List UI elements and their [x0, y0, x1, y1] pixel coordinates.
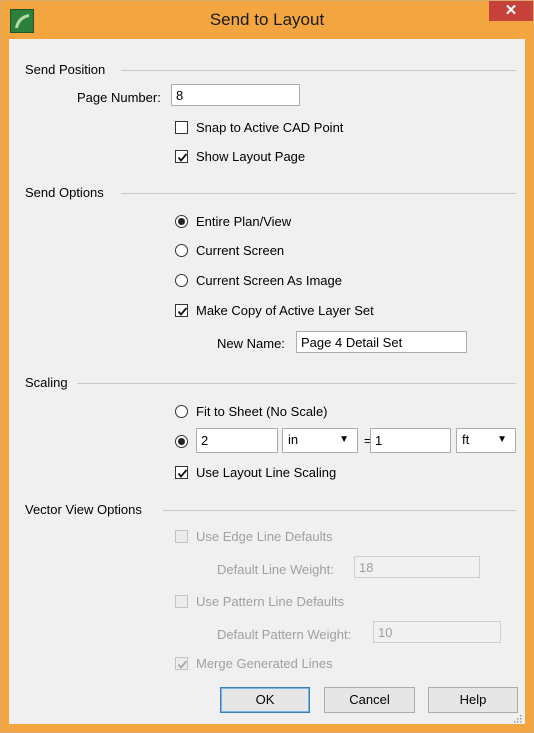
check-icon	[177, 469, 188, 478]
make-copy-label: Make Copy of Active Layer Set	[196, 303, 374, 318]
current-screen-label: Current Screen	[196, 243, 285, 258]
edge-line-defaults-checkbox	[175, 530, 188, 543]
divider	[121, 70, 516, 71]
entire-plan-radio[interactable]	[175, 215, 188, 228]
pattern-line-defaults-label: Use Pattern Line Defaults	[196, 594, 345, 609]
custom-scale-radio[interactable]	[175, 435, 188, 448]
window-title: Send to Layout	[209, 10, 325, 29]
use-line-scaling-checkbox[interactable]	[175, 466, 188, 479]
scale-left-input[interactable]	[196, 428, 278, 453]
scale-left-unit-value: in	[288, 432, 299, 447]
dialog-body: Send Position Page Number: Snap to Activ…	[9, 39, 525, 724]
radio-selected-dot	[178, 438, 185, 445]
current-screen-image-radio[interactable]	[175, 274, 188, 287]
check-icon	[177, 307, 188, 316]
chevron-down-icon: ▼	[497, 434, 507, 445]
current-screen-image-label: Current Screen As Image	[196, 273, 342, 288]
show-layout-label: Show Layout Page	[196, 149, 306, 164]
pattern-weight-input	[373, 621, 501, 643]
page-number-input[interactable]	[171, 84, 300, 106]
pattern-line-defaults-checkbox	[175, 595, 188, 608]
radio-selected-dot	[178, 218, 185, 225]
fit-to-sheet-radio[interactable]	[175, 405, 188, 418]
line-weight-label: Default Line Weight:	[217, 562, 334, 577]
page-number-label: Page Number:	[77, 90, 161, 105]
current-screen-radio[interactable]	[175, 244, 188, 257]
scale-left-unit-select[interactable]: in ▼	[282, 428, 358, 453]
use-line-scaling-label: Use Layout Line Scaling	[196, 465, 337, 480]
scale-right-unit-value: ft	[462, 432, 470, 447]
cancel-button[interactable]: Cancel	[324, 687, 415, 713]
chevron-down-icon: ▼	[339, 434, 349, 445]
scaling-heading: Scaling	[25, 375, 68, 390]
fit-to-sheet-label: Fit to Sheet (No Scale)	[196, 404, 328, 419]
title-bar[interactable]: Send to Layout ✕	[1, 1, 533, 39]
check-icon	[177, 660, 188, 669]
new-name-label: New Name:	[217, 336, 285, 351]
check-icon	[177, 153, 188, 162]
snap-cad-checkbox[interactable]	[175, 121, 188, 134]
scale-right-unit-select[interactable]: ft ▼	[456, 428, 516, 453]
close-button[interactable]: ✕	[489, 1, 533, 21]
close-icon: ✕	[504, 2, 518, 19]
snap-cad-label: Snap to Active CAD Point	[196, 120, 344, 135]
divider	[121, 193, 516, 194]
resize-grip-icon[interactable]	[512, 711, 522, 723]
show-layout-checkbox[interactable]	[175, 150, 188, 163]
edge-line-defaults-label: Use Edge Line Defaults	[196, 529, 333, 544]
pattern-weight-label: Default Pattern Weight:	[217, 627, 352, 642]
send-position-heading: Send Position	[25, 62, 106, 77]
help-button[interactable]: Help	[428, 687, 518, 713]
new-name-input[interactable]	[296, 331, 467, 353]
entire-plan-label: Entire Plan/View	[196, 214, 292, 229]
make-copy-checkbox[interactable]	[175, 304, 188, 317]
send-options-heading: Send Options	[25, 185, 104, 200]
divider	[163, 510, 516, 511]
merge-lines-checkbox	[175, 657, 188, 670]
merge-lines-label: Merge Generated Lines	[196, 656, 333, 671]
scale-right-input[interactable]	[370, 428, 451, 453]
ok-button[interactable]: OK	[220, 687, 310, 713]
vector-view-heading: Vector View Options	[25, 502, 142, 517]
divider	[77, 383, 516, 384]
line-weight-input	[354, 556, 480, 578]
dialog-window: Send to Layout ✕ Send Position Page Numb…	[0, 0, 534, 733]
